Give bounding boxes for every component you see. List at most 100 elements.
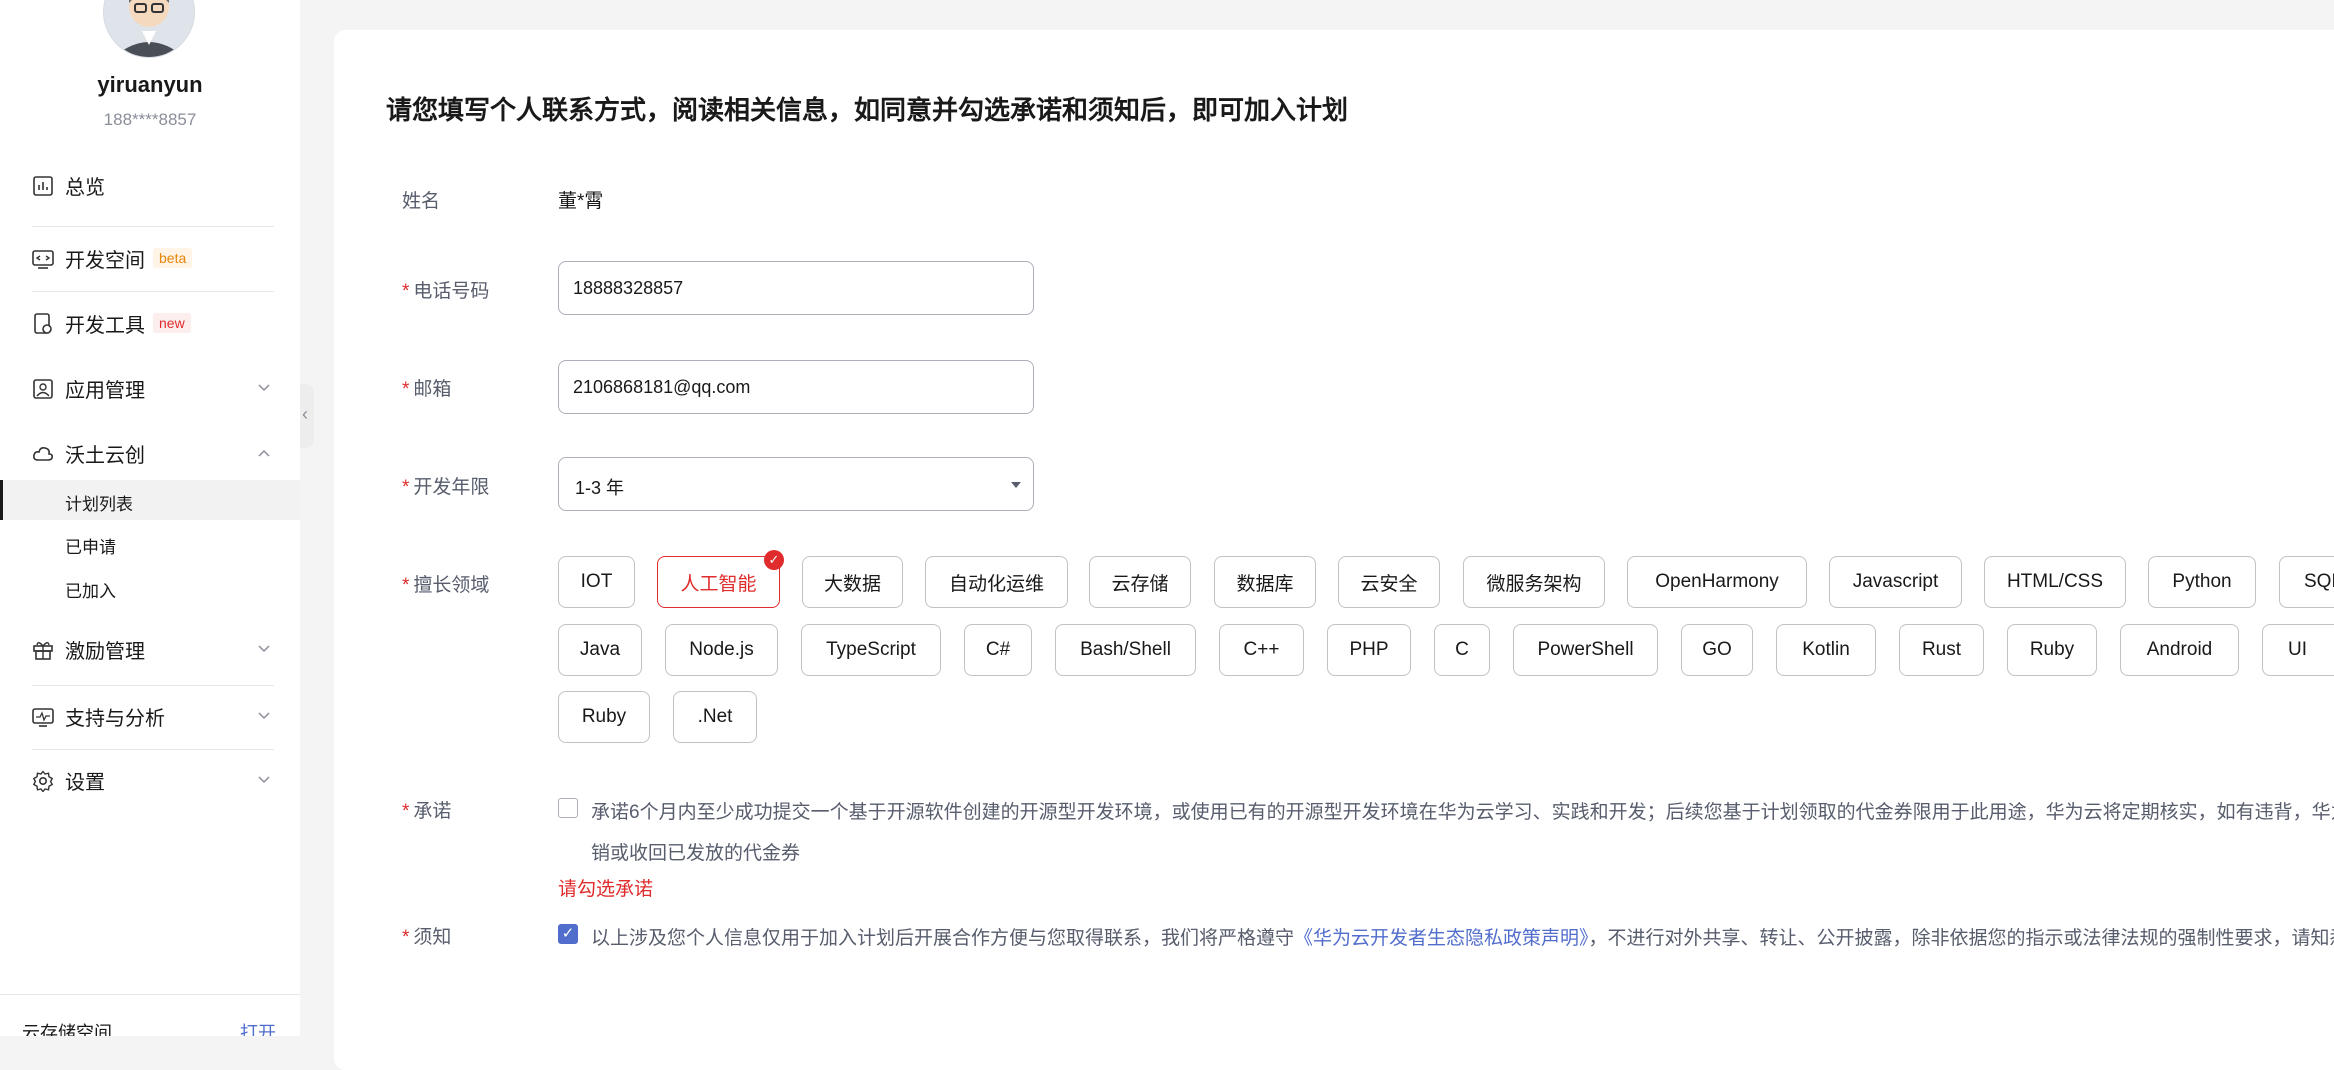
email-label-text: 邮箱 xyxy=(413,379,452,400)
skill-tag-selected[interactable]: 人工智能 ✓ xyxy=(657,550,784,608)
cloud-storage-open-link[interactable]: 打开 xyxy=(240,1019,276,1036)
notice-label-text: 须知 xyxy=(413,927,452,948)
phone-input[interactable] xyxy=(558,261,1034,315)
promise-label-text: 承诺 xyxy=(413,801,452,822)
skill-tag[interactable]: Kotlin xyxy=(1776,624,1876,676)
subnav-applied[interactable]: 已申请 xyxy=(0,523,300,563)
chevron-left-icon: ‹ xyxy=(302,404,308,424)
promise-text-line1: 承诺6个月内至少成功提交一个基于开源软件创建的开源型开发环境，或使用已有的开源型… xyxy=(591,802,2334,823)
skill-tag[interactable]: 自动化运维 xyxy=(925,556,1068,608)
nav-settings[interactable]: 设置 xyxy=(0,750,300,810)
nav-support-analysis[interactable]: 支持与分析 xyxy=(0,686,300,746)
skill-tag[interactable]: Ruby xyxy=(558,691,650,743)
sidebar-collapse-handle[interactable]: ‹ xyxy=(300,384,314,448)
required-mark: * xyxy=(402,927,410,948)
page-title: 请您填写个人联系方式，阅读相关信息，如同意并勾选承诺和须知后，即可加入计划 xyxy=(386,95,1349,125)
skill-tag[interactable]: 微服务架构 xyxy=(1463,556,1605,608)
email-input[interactable] xyxy=(558,360,1034,414)
skill-tag[interactable]: 云安全 xyxy=(1338,556,1440,608)
years-label-text: 开发年限 xyxy=(413,477,490,498)
avatar[interactable] xyxy=(103,0,195,58)
notice-label: * 须知 xyxy=(402,922,451,949)
privacy-policy-link[interactable]: 《华为云开发者生态隐私政策声明》 xyxy=(1294,928,1589,949)
tool-icon xyxy=(34,313,52,334)
skill-tag[interactable]: HTML/CSS xyxy=(1984,556,2126,608)
sidebar: yiruanyun 188****8857 总览 开发空间 beta 开发工具 … xyxy=(0,0,300,1036)
nav-incentive-management[interactable]: 激励管理 xyxy=(0,619,300,679)
skill-tag[interactable]: TypeScript xyxy=(801,624,941,676)
skill-tag[interactable]: Node.js xyxy=(665,624,778,676)
subnav-plan-list-label: 计划列表 xyxy=(65,495,133,514)
beta-badge: beta xyxy=(153,248,193,268)
username: yiruanyun xyxy=(97,72,203,97)
gift-icon xyxy=(33,642,53,660)
skill-tag[interactable]: PHP xyxy=(1327,624,1411,676)
subnav-joined-label: 已加入 xyxy=(65,582,116,601)
chevron-down-icon xyxy=(258,712,270,720)
skill-tag[interactable]: UI xyxy=(2262,624,2334,676)
nav-overview[interactable]: 总览 xyxy=(0,155,300,215)
caret-down-icon xyxy=(1011,482,1021,488)
skill-tag[interactable]: SQL xyxy=(2279,556,2334,608)
nav-dev-space-label: 开发空间 xyxy=(65,249,145,272)
skill-tag[interactable]: Javascript xyxy=(1829,556,1962,608)
subnav-joined[interactable]: 已加入 xyxy=(0,567,300,607)
name-value: 董*霄 xyxy=(558,191,604,212)
skill-tag[interactable]: PowerShell xyxy=(1513,624,1658,676)
cloud-storage-label: 云存储空间 xyxy=(22,1023,112,1036)
phone-label-text: 电话号码 xyxy=(413,281,490,302)
skill-tag[interactable]: 云存储 xyxy=(1089,556,1191,608)
years-select-value: 1-3 年 xyxy=(575,478,625,498)
notice-text-after: ，不进行对外共享、转让、公开披露，除非依据您的指示或法律法规的强制性要求，请知悉 xyxy=(1588,928,2334,949)
skill-tag[interactable]: Rust xyxy=(1899,624,1984,676)
skill-tag[interactable]: .Net xyxy=(673,691,757,743)
skill-tag[interactable]: OpenHarmony xyxy=(1627,556,1807,608)
checkmark-icon: ✓ xyxy=(561,925,575,942)
nav-dev-tools[interactable]: 开发工具 new xyxy=(0,293,300,353)
name-label-text: 姓名 xyxy=(402,191,441,212)
skill-tag[interactable]: C++ xyxy=(1219,624,1304,676)
skill-tag[interactable]: Ruby xyxy=(2007,624,2097,676)
skill-tag[interactable]: Python xyxy=(2148,556,2256,608)
promise-label: * 承诺 xyxy=(402,796,451,823)
promise-error: 请勾选承诺 xyxy=(558,879,654,900)
notice-text-before: 以上涉及您个人信息仅用于加入计划后开展合作方便与您取得联系，我们将严格遵守 xyxy=(591,928,1295,949)
nav-settings-label: 设置 xyxy=(65,771,105,794)
promise-checkbox[interactable] xyxy=(558,798,578,818)
skill-tag[interactable]: Bash/Shell xyxy=(1055,624,1196,676)
skill-tag[interactable]: C# xyxy=(964,624,1032,676)
name-label: 姓名 xyxy=(402,186,440,213)
nav-overview-label: 总览 xyxy=(65,176,105,199)
skill-tag[interactable]: 大数据 xyxy=(802,556,903,608)
chevron-down-icon xyxy=(258,384,270,392)
nav-app-management[interactable]: 应用管理 xyxy=(0,358,300,418)
notice-text: 以上涉及您个人信息仅用于加入计划后开展合作方便与您取得联系，我们将严格遵守《华为… xyxy=(591,923,2334,950)
cloud-icon xyxy=(33,447,53,461)
skill-tag[interactable]: C xyxy=(1434,624,1490,676)
notice-checkbox[interactable]: ✓ xyxy=(558,924,578,944)
skill-tag[interactable]: 数据库 xyxy=(1214,556,1316,608)
chevron-down-icon xyxy=(258,776,270,784)
required-mark: * xyxy=(402,575,410,596)
skill-tag[interactable]: GO xyxy=(1681,624,1753,676)
nav-wotu-yunchuang[interactable]: 沃土云创 xyxy=(0,423,300,483)
chevron-down-icon xyxy=(258,645,270,653)
nav-incentive-label: 激励管理 xyxy=(65,640,145,663)
user-phone: 188****8857 xyxy=(103,110,197,129)
nav-wotu-label: 沃土云创 xyxy=(65,444,145,467)
skills-label-text: 擅长领域 xyxy=(413,575,490,596)
skill-tag[interactable]: Java xyxy=(558,624,642,676)
email-label: * 邮箱 xyxy=(402,374,451,401)
monitor-icon xyxy=(32,708,54,727)
years-select[interactable]: 1-3 年 xyxy=(558,457,1034,511)
subnav-plan-list[interactable]: 计划列表 xyxy=(0,480,300,520)
divider xyxy=(32,226,274,227)
nav-dev-space[interactable]: 开发空间 beta xyxy=(0,228,300,288)
skill-tag[interactable]: IOT xyxy=(558,556,635,608)
avatar-person-icon xyxy=(114,0,184,57)
nav-support-label: 支持与分析 xyxy=(65,707,165,730)
gear-icon xyxy=(32,770,54,792)
required-mark: * xyxy=(402,477,410,498)
required-mark: * xyxy=(402,281,410,302)
skill-tag[interactable]: Android xyxy=(2120,624,2239,676)
